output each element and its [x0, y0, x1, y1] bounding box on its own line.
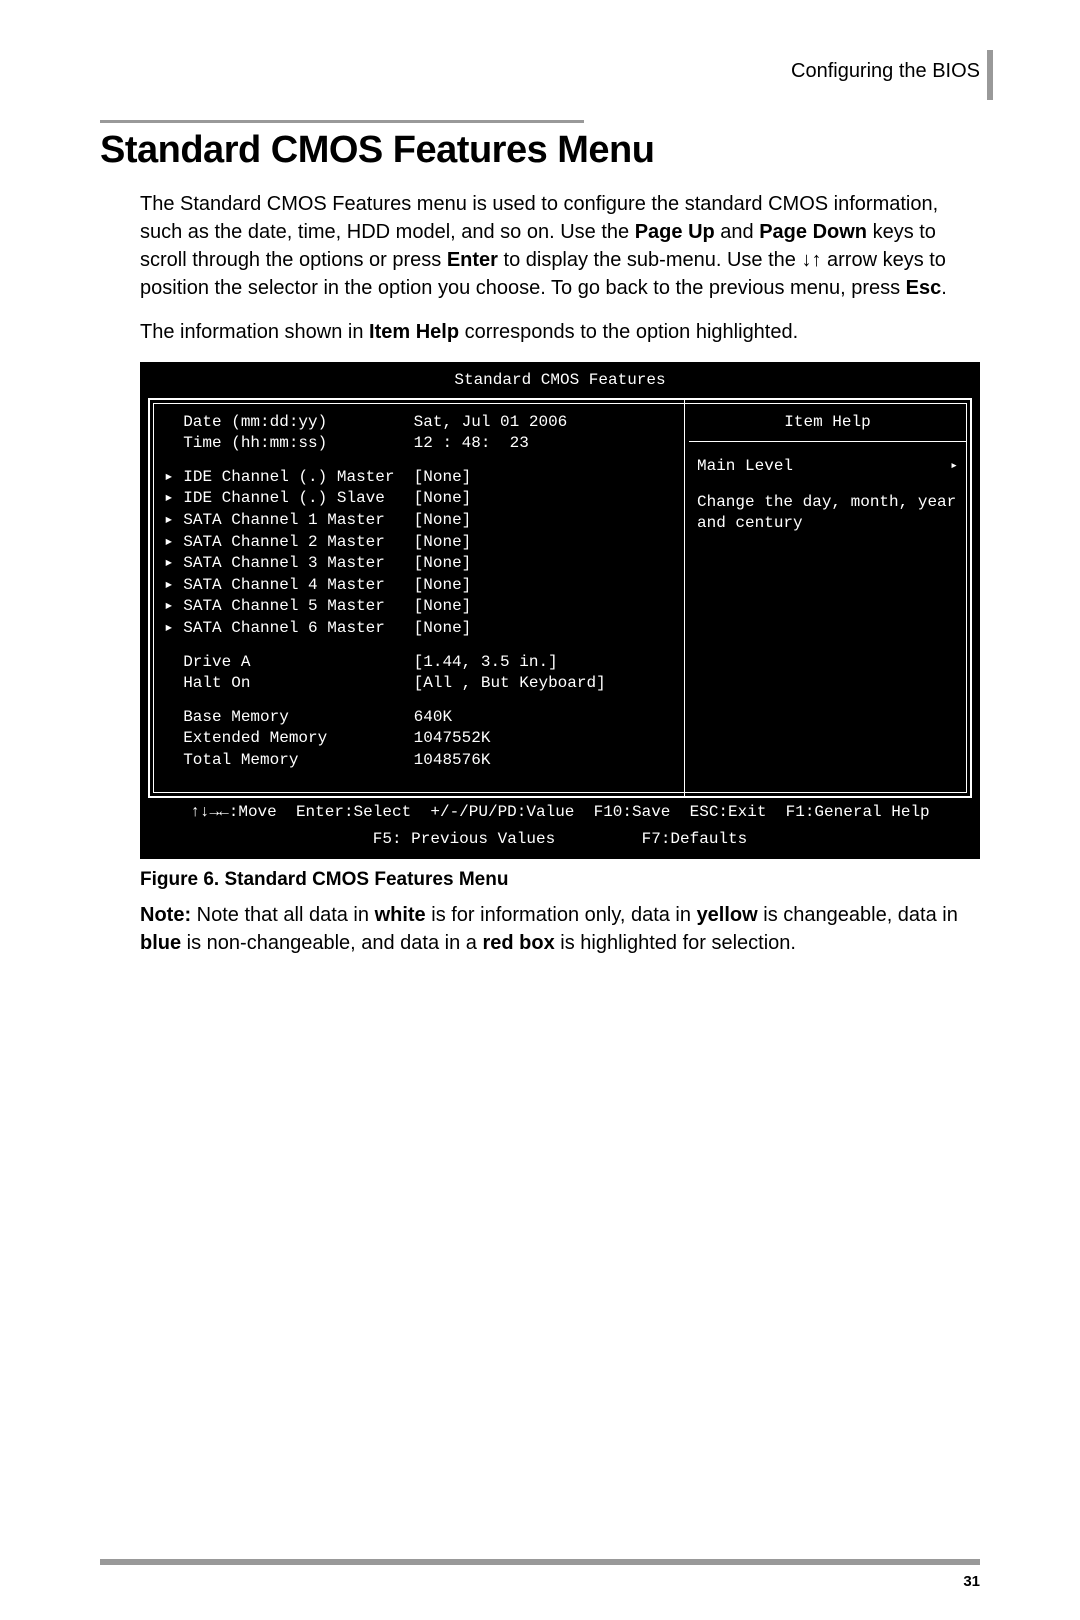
figure-caption: Figure 6. Standard CMOS Features Menu — [140, 869, 980, 891]
bios-footer-2: F5: Previous Values F7:Defaults — [148, 825, 972, 853]
bios-help-level: Main Level — [697, 456, 958, 478]
bios-footer-1: ↑↓→←:Move Enter:Select +/-/PU/PD:Value F… — [148, 798, 972, 826]
bios-row: ▸ IDE Channel (.) Master [None] — [164, 467, 670, 489]
bios-row: ▸ SATA Channel 4 Master [None] — [164, 575, 670, 597]
bios-title: Standard CMOS Features — [148, 370, 972, 392]
header-section: Configuring the BIOS — [791, 60, 980, 83]
bios-row: Drive A [1.44, 3.5 in.] — [164, 652, 670, 674]
bios-row: Total Memory 1048576K — [164, 750, 670, 772]
bios-help-header: Item Help — [689, 404, 966, 443]
bios-left-pane: Date (mm:dd:yy) Sat, Jul 01 2006 Time (h… — [150, 400, 684, 796]
intro-paragraph-1: The Standard CMOS Features menu is used … — [140, 190, 980, 302]
bios-row: ▸ SATA Channel 6 Master [None] — [164, 618, 670, 640]
bios-row: ▸ SATA Channel 5 Master [None] — [164, 596, 670, 618]
bios-row: ▸ SATA Channel 1 Master [None] — [164, 510, 670, 532]
triangle-right-icon — [950, 456, 958, 478]
bios-help-text: Change the day, month, year and century — [697, 492, 958, 535]
header-accent-bar — [987, 50, 993, 100]
bios-row: Extended Memory 1047552K — [164, 728, 670, 750]
bios-row: Base Memory 640K — [164, 707, 670, 729]
bios-row: ▸ IDE Channel (.) Slave [None] — [164, 488, 670, 510]
bios-row: Date (mm:dd:yy) Sat, Jul 01 2006 — [164, 412, 670, 434]
bios-screenshot: Standard CMOS Features Date (mm:dd:yy) S… — [140, 362, 980, 859]
footer-bar — [100, 1559, 980, 1565]
bios-frame: Date (mm:dd:yy) Sat, Jul 01 2006 Time (h… — [148, 398, 972, 798]
title-rule — [100, 120, 584, 123]
bios-row: Halt On [All , But Keyboard] — [164, 673, 670, 695]
note-paragraph: Note: Note that all data in white is for… — [140, 901, 980, 957]
intro-paragraph-2: The information shown in Item Help corre… — [140, 318, 980, 346]
bios-help-pane: Item Help Main Level Change the day, mon… — [684, 400, 970, 796]
bios-row: ▸ SATA Channel 2 Master [None] — [164, 532, 670, 554]
page-title: Standard CMOS Features Menu — [100, 129, 980, 172]
bios-row: Time (hh:mm:ss) 12 : 48: 23 — [164, 433, 670, 455]
bios-row: ▸ SATA Channel 3 Master [None] — [164, 553, 670, 575]
page-number: 31 — [963, 1573, 980, 1590]
